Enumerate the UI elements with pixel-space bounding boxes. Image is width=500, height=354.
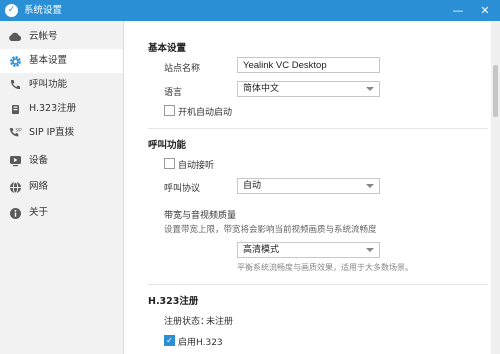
close-button[interactable]: ✕ (475, 1, 495, 20)
site-name-label: 站点名称 (164, 64, 201, 74)
gear-icon (8, 54, 22, 68)
call-protocol-value: 自动 (243, 181, 262, 191)
bandwidth-description: 设置带宽上限，带宽将会影响当前视频画质与系统流畅度 (164, 225, 377, 235)
sidebar-item-basic-settings[interactable]: 基本设置 (0, 49, 123, 73)
sidebar-item-label: 呼叫功能 (29, 79, 68, 90)
svg-text:SIP: SIP (15, 127, 22, 132)
globe-icon (8, 180, 22, 194)
sidebar-item-call-features[interactable]: 呼叫功能 (0, 73, 123, 97)
divider (148, 128, 488, 129)
title-bar: ✓ 系统设置 — ✕ (0, 0, 500, 21)
sidebar-item-label: 关于 (29, 207, 49, 218)
video-quality-select[interactable]: 高清模式 (237, 242, 380, 258)
video-quality-value: 高清模式 (243, 245, 280, 255)
scrollbar[interactable] (491, 21, 500, 354)
video-quality-hint: 平衡系统流畅度与画质效果，适用于大多数场景。 (237, 263, 413, 272)
chevron-down-icon (366, 248, 374, 252)
sidebar-item-about[interactable]: 关于 (0, 201, 123, 225)
language-select[interactable]: 简体中文 (237, 81, 380, 97)
h323-status-value: 未注册 (206, 317, 234, 327)
sip-icon: SIP (8, 126, 22, 140)
sidebar-item-label: 设备 (29, 155, 49, 166)
auto-answer-checkbox[interactable] (164, 158, 175, 169)
sidebar-item-sip-ip-direct[interactable]: SIP SIP IP直拨 (0, 121, 123, 145)
chevron-down-icon (366, 87, 374, 91)
sidebar-item-label: 云帐号 (29, 31, 58, 42)
language-label: 语言 (164, 88, 183, 98)
sidebar-item-network[interactable]: 网络 (0, 175, 123, 199)
enable-h323-checkbox[interactable]: ✓ (164, 335, 175, 346)
scrollbar-thumb[interactable] (493, 65, 498, 117)
settings-content: 基本设置 站点名称 Yealink VC Desktop 语言 简体中文 开机自… (124, 21, 491, 354)
minimize-button[interactable]: — (448, 1, 468, 20)
call-protocol-select[interactable]: 自动 (237, 178, 380, 194)
sidebar-item-cloud-account[interactable]: 云帐号 (0, 25, 123, 49)
call-protocol-label: 呼叫协议 (164, 184, 201, 194)
autostart-checkbox[interactable] (164, 105, 175, 116)
bandwidth-title: 带宽与音视频质量 (164, 211, 237, 221)
device-icon (8, 154, 22, 168)
sidebar-item-label: H.323注册 (29, 103, 77, 114)
window-title: 系统设置 (24, 5, 63, 16)
chevron-down-icon (366, 184, 374, 188)
auto-answer-label: 自动接听 (178, 161, 215, 171)
divider (148, 284, 488, 285)
sidebar-item-h323[interactable]: H.323注册 (0, 97, 123, 121)
sidebar: 云帐号 基本设置 呼叫功能 H.323注册 SIP SIP IP直拨 设备 网络… (0, 21, 124, 354)
h323-icon (8, 102, 22, 116)
sidebar-item-label: 基本设置 (29, 55, 68, 66)
call-features-title: 呼叫功能 (148, 140, 187, 151)
language-value: 简体中文 (243, 84, 280, 94)
h323-status-label: 注册状态： (164, 317, 210, 327)
enable-h323-label: 启用H.323 (178, 338, 223, 348)
basic-settings-title: 基本设置 (148, 43, 187, 54)
yealink-logo-icon: ✓ (5, 4, 18, 17)
autostart-label: 开机自动启动 (178, 108, 233, 118)
info-icon (8, 206, 22, 220)
cloud-icon (8, 30, 22, 44)
sidebar-item-label: 网络 (29, 181, 49, 192)
sidebar-item-device[interactable]: 设备 (0, 149, 123, 173)
site-name-input[interactable]: Yealink VC Desktop (237, 57, 380, 73)
phone-icon (8, 78, 22, 92)
h323-title: H.323注册 (148, 296, 199, 307)
sidebar-item-label: SIP IP直拨 (29, 127, 75, 138)
